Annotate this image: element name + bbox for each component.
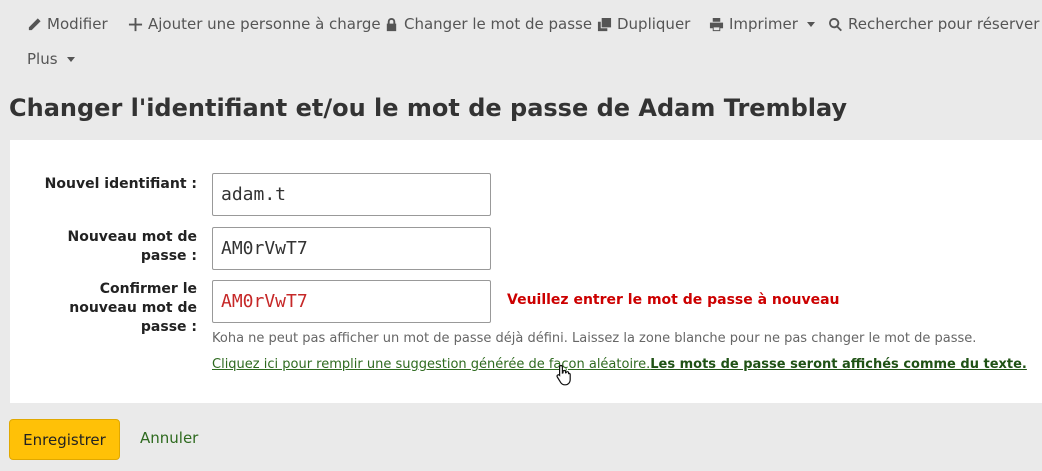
- copy-icon: [597, 17, 612, 31]
- more-dropdown[interactable]: Plus: [27, 49, 75, 69]
- more-label: Plus: [27, 50, 58, 68]
- change-password-button[interactable]: Changer le mot de passe: [384, 14, 592, 34]
- show-password-text-link[interactable]: Les mots de passe seront affichés comme …: [650, 357, 1027, 372]
- confirm-password-label: Confirmer le nouveau mot de passe :: [69, 280, 197, 337]
- page-title: Changer l'identifiant et/ou le mot de pa…: [9, 94, 848, 122]
- confirm-label-line: nouveau mot de: [69, 300, 197, 316]
- cancel-link[interactable]: Annuler: [140, 429, 198, 447]
- password-label-line: Nouveau mot de: [67, 229, 198, 245]
- search-to-hold-label: Rechercher pour réserver: [848, 15, 1040, 33]
- print-dropdown[interactable]: Imprimer: [709, 14, 815, 34]
- chevron-down-icon: [806, 21, 815, 27]
- generate-password-link[interactable]: Cliquez ici pour remplir une suggestion …: [212, 357, 650, 372]
- search-to-hold-button[interactable]: Rechercher pour réserver: [828, 14, 1039, 34]
- lock-icon: [386, 17, 397, 31]
- plus-icon: [128, 17, 143, 31]
- pencil-icon: [28, 17, 41, 30]
- password-label: Nouveau mot de passe :: [68, 228, 198, 266]
- duplicate-label: Dupliquer: [617, 15, 691, 33]
- userid-label-text: Nouvel identifiant :: [44, 176, 197, 192]
- userid-input[interactable]: [212, 173, 491, 216]
- password-label-line: passe :: [140, 248, 197, 264]
- search-icon: [829, 17, 842, 31]
- password-error-message: Veuillez entrer le mot de passe à nouvea…: [507, 292, 840, 308]
- userid-label: Nouvel identifiant :: [45, 175, 197, 194]
- print-label: Imprimer: [729, 15, 798, 33]
- printer-icon: [709, 17, 724, 31]
- hand-cursor-icon: [556, 364, 571, 386]
- duplicate-button[interactable]: Dupliquer: [597, 14, 690, 34]
- password-hint: Koha ne peut pas afficher un mot de pass…: [212, 331, 977, 346]
- confirm-label-line: passe :: [140, 319, 197, 335]
- add-dependent-label: Ajouter une personne à charge: [148, 15, 381, 33]
- confirm-password-input[interactable]: [212, 280, 491, 323]
- new-password-input[interactable]: [212, 227, 491, 270]
- chevron-down-icon: [66, 56, 75, 62]
- change-password-label: Changer le mot de passe: [404, 15, 593, 33]
- change-credentials-form: Nouvel identifiant : Nouveau mot de pass…: [10, 140, 1042, 403]
- confirm-label-line: Confirmer le: [99, 281, 197, 297]
- edit-label: Modifier: [47, 15, 108, 33]
- save-button[interactable]: Enregistrer: [9, 419, 120, 460]
- edit-button[interactable]: Modifier: [27, 14, 108, 34]
- password-links: Cliquez ici pour remplir une suggestion …: [212, 357, 1027, 372]
- add-dependent-button[interactable]: Ajouter une personne à charge: [128, 14, 381, 34]
